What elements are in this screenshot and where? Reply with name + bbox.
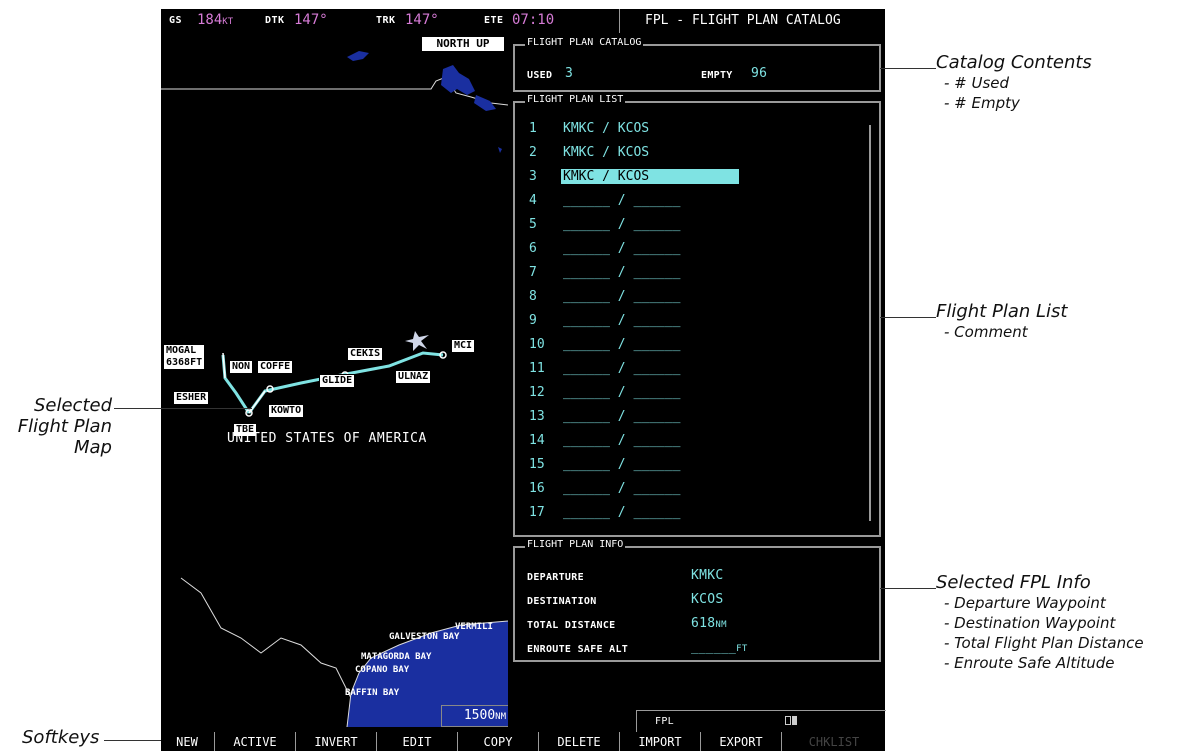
water-label: GALVESTON BAY — [389, 632, 460, 642]
water-label: MATAGORDA BAY — [361, 652, 432, 662]
callout-line — [880, 317, 936, 318]
callout-catalog: Catalog Contents - # Used - # Empty — [936, 52, 1092, 112]
flight-plan-list-panel[interactable]: FLIGHT PLAN LIST 1 KMKC / KCOS 2 KMKC / KC… — [513, 94, 881, 537]
catalog-panel: FLIGHT PLAN CATALOG USED 3 EMPTY 96 — [513, 37, 881, 92]
softkey-bar: NEW ACTIVE INVERT EDIT COPY DELETE IMPOR… — [161, 732, 885, 751]
softkey-import[interactable]: IMPORT — [619, 732, 700, 751]
callout-line — [880, 68, 936, 69]
waypoint-label: ULNAZ — [395, 370, 432, 384]
callout-softkeys: Softkeys — [22, 727, 100, 748]
empty-value: 96 — [751, 66, 768, 81]
waypoint-label: NON — [229, 360, 254, 374]
used-value: 3 — [565, 66, 574, 81]
fpl-status-box: FPL — [636, 710, 886, 732]
status-indicator-icon — [792, 716, 797, 725]
map-orientation[interactable]: NORTH UP — [422, 37, 504, 51]
esa-label: ENROUTE SAFE ALT — [527, 644, 629, 655]
waypoint-label: ESHER — [173, 391, 210, 405]
softkey-export[interactable]: EXPORT — [700, 732, 781, 751]
destination-label: DESTINATION — [527, 596, 597, 607]
top-status-bar: GS 184KT DTK 147° TRK 147° ETE 07:10 FPL… — [161, 9, 885, 33]
esa-value: ______FT — [691, 640, 748, 654]
map-range[interactable]: 1500NM — [441, 705, 508, 727]
callout-list: Flight Plan List - Comment — [936, 301, 1068, 341]
page-title: FPL - FLIGHT PLAN CATALOG — [645, 13, 841, 28]
departure-value: KMKC — [691, 568, 724, 583]
softkey-invert[interactable]: INVERT — [295, 732, 376, 751]
ete-value: 07:10 — [512, 12, 555, 28]
water-label: VERMILI — [455, 622, 493, 632]
callout-line — [880, 588, 936, 589]
list-title: FLIGHT PLAN LIST — [525, 94, 626, 105]
catalog-title: FLIGHT PLAN CATALOG — [525, 37, 644, 48]
destination-value: KCOS — [691, 592, 724, 607]
total-distance-value: 618NM — [691, 616, 727, 631]
waypoint-label: CEKIS — [347, 347, 384, 361]
waypoint-label: KOWTO — [268, 404, 305, 418]
total-distance-label: TOTAL DISTANCE — [527, 620, 616, 631]
used-label: USED — [527, 70, 553, 81]
softkey-chklist[interactable]: CHKLIST — [781, 732, 886, 751]
callout-line — [104, 740, 161, 741]
status-indicator-icon — [785, 716, 791, 725]
softkey-new[interactable]: NEW — [161, 732, 213, 751]
country-label: UNITED STATES OF AMERICA — [227, 431, 427, 446]
softkey-edit[interactable]: EDIT — [376, 732, 457, 751]
softkey-delete[interactable]: DELETE — [538, 732, 619, 751]
water-label: BAFFIN BAY — [345, 688, 400, 698]
gs-value: 184KT — [197, 12, 234, 28]
dtk-label: DTK — [265, 15, 285, 26]
waypoint-label: MCI — [451, 339, 476, 353]
empty-label: EMPTY — [701, 70, 733, 81]
callout-map: Selected Flight Plan Map — [17, 395, 112, 458]
list-scrollbar[interactable] — [869, 125, 871, 521]
gs-label: GS — [169, 15, 183, 26]
softkey-copy[interactable]: COPY — [457, 732, 538, 751]
waypoint-label: MOGAL 6368FT — [163, 344, 206, 370]
fpl-status-label: FPL — [655, 716, 674, 727]
softkey-active[interactable]: ACTIVE — [214, 732, 295, 751]
ete-label: ETE — [484, 15, 504, 26]
waypoint-label: COFFE — [257, 360, 294, 374]
navigation-map[interactable]: NORTH UP MOGAL 6368FT NON COFFE CEKIS MCI… — [161, 33, 508, 727]
flight-plan-info-panel: FLIGHT PLAN INFO DEPARTURE KMKC DESTINAT… — [513, 539, 881, 662]
trk-label: TRK — [376, 15, 396, 26]
waypoint-label: GLIDE — [319, 374, 356, 388]
callout-info: Selected FPL Info - Departure Waypoint -… — [936, 572, 1144, 672]
departure-label: DEPARTURE — [527, 572, 584, 583]
callout-line — [114, 408, 252, 409]
dtk-value: 147° — [294, 12, 328, 28]
info-title: FLIGHT PLAN INFO — [525, 539, 626, 550]
trk-value: 147° — [405, 12, 439, 28]
water-label: COPANO BAY — [355, 665, 410, 675]
topbar-divider — [619, 9, 620, 33]
